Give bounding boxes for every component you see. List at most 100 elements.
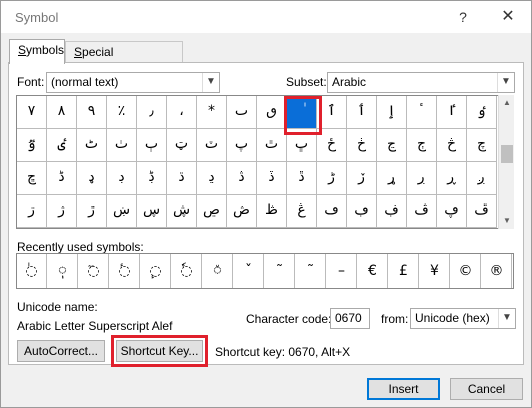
symbol-cell[interactable]: پ [227, 129, 257, 162]
unicode-name-label: Unicode name: [17, 300, 98, 314]
symbol-cell[interactable]: ڎ [227, 162, 257, 195]
symbol-cell[interactable]: ڃ [377, 129, 407, 162]
symbol-cell[interactable]: ڐ [287, 162, 317, 195]
autocorrect-button[interactable]: AutoCorrect... [17, 340, 105, 362]
symbol-cell[interactable]: * [197, 96, 227, 129]
subset-dropdown[interactable]: Arabic ▼ [327, 72, 515, 93]
font-label: Font: [17, 75, 45, 89]
symbol-cell[interactable]: ڊ [107, 162, 137, 195]
tab-symbols[interactable]: Symbols [9, 39, 65, 64]
symbol-cell[interactable]: ٶ [467, 96, 497, 129]
symbol-cell[interactable]: ٲ [347, 96, 377, 129]
recent-symbol-cell[interactable]: £ [389, 254, 419, 288]
symbol-grid-scrollbar[interactable]: ▲ ▼ [498, 95, 514, 229]
recent-symbol-cell[interactable]: ¥ [420, 254, 450, 288]
recent-symbol-cell[interactable]: ˜ [265, 254, 295, 288]
symbol-cell[interactable]: ڤ [407, 195, 437, 228]
symbol-cell[interactable]: ٻ [137, 129, 167, 162]
symbol-cell[interactable]: ڏ [257, 162, 287, 195]
symbol-cell[interactable]: چ [467, 129, 497, 162]
symbol-cell[interactable]: ڄ [407, 129, 437, 162]
symbol-cell[interactable]: ژ [47, 195, 77, 228]
symbol-cell[interactable]: ڞ [227, 195, 257, 228]
recent-symbol-cell[interactable]: © [451, 254, 481, 288]
recent-symbol-cell[interactable]: ◌ٓ [79, 254, 109, 288]
symbol-cell[interactable]: ڑ [317, 162, 347, 195]
from-dropdown[interactable]: Unicode (hex) ▼ [410, 308, 516, 329]
symbol-cell[interactable]: ٰ [287, 96, 317, 129]
symbol-cell[interactable]: ٮ [227, 96, 257, 129]
symbol-cell[interactable]: ږ [467, 162, 497, 195]
symbol-cell[interactable]: ٱ [317, 96, 347, 129]
recent-symbol-cell[interactable]: ◌ٔ [110, 254, 140, 288]
symbol-cell[interactable]: ڟ [257, 195, 287, 228]
recent-symbol-cell[interactable]: ◌٘ [203, 254, 233, 288]
character-code-input[interactable]: 0670 [330, 308, 370, 329]
recent-symbol-cell[interactable]: ◌ٰ [17, 254, 47, 288]
symbol-cell[interactable]: ٧ [17, 96, 47, 129]
recent-symbol-cell[interactable]: ˇ [234, 254, 264, 288]
insert-button[interactable]: Insert [367, 378, 440, 400]
scroll-down-icon[interactable]: ▼ [499, 213, 515, 229]
symbol-cell[interactable]: ڕ [437, 162, 467, 195]
symbol-cell[interactable]: ڈ [47, 162, 77, 195]
symbol-cell[interactable]: ڍ [197, 162, 227, 195]
symbol-cell[interactable]: ڜ [167, 195, 197, 228]
cancel-button[interactable]: Cancel [450, 378, 523, 400]
tab-special-characters[interactable]: Special Characters [65, 41, 183, 79]
symbol-cell[interactable]: ڀ [287, 129, 317, 162]
symbol-cell[interactable]: ٯ [257, 96, 287, 129]
symbol-cell[interactable]: ڣ [377, 195, 407, 228]
symbol-cell[interactable]: ڋ [137, 162, 167, 195]
shortcut-key-button[interactable]: Shortcut Key... [116, 340, 203, 362]
symbol-cell[interactable]: ڗ [17, 195, 47, 228]
symbol-cell[interactable]: ڝ [197, 195, 227, 228]
close-icon[interactable]: ✕ [497, 7, 519, 27]
font-dropdown[interactable]: (normal text) ▼ [46, 72, 220, 93]
symbol-cell[interactable]: ڢ [347, 195, 377, 228]
symbol-cell[interactable]: ڦ [467, 195, 497, 228]
symbol-cell[interactable]: ، [167, 96, 197, 129]
symbol-cell[interactable]: ډ [77, 162, 107, 195]
recent-symbol-cell[interactable]: ® [482, 254, 512, 288]
symbol-cell[interactable]: ٳ [377, 96, 407, 129]
recent-symbols-grid: ◌ٰ ◌ٖ ◌ٓ ◌ٔ ◌ٕ ◌ٗ ◌٘ ˇ ˜ ˜ – € £ ¥ © ® [16, 253, 514, 289]
symbol-cell[interactable]: ٪ [107, 96, 137, 129]
recent-symbol-cell[interactable]: € [358, 254, 388, 288]
symbol-cell[interactable]: ړ [377, 162, 407, 195]
symbol-cell[interactable]: څ [437, 129, 467, 162]
symbol-cell[interactable]: ٹ [77, 129, 107, 162]
symbol-cell[interactable]: ښ [107, 195, 137, 228]
scroll-thumb[interactable] [501, 145, 513, 163]
symbol-cell[interactable]: ڒ [347, 162, 377, 195]
symbol-cell[interactable]: ٿ [257, 129, 287, 162]
symbol-cell[interactable]: ڌ [167, 162, 197, 195]
symbol-cell[interactable]: ٫ [137, 96, 167, 129]
recent-symbol-cell[interactable]: ◌ٕ [141, 254, 171, 288]
symbol-cell[interactable]: ټ [167, 129, 197, 162]
help-icon[interactable]: ? [453, 7, 473, 27]
recent-symbol-cell[interactable]: – [327, 254, 357, 288]
symbol-grid: ٧٨٩٪٫،*ٮٯٰٱٲٳٴٵٶ ٷٸٹٺٻټٽپٿڀځڂڃڄڅچ ڇڈډڊڋڌڍڎ… [16, 95, 514, 229]
symbol-cell[interactable]: ٺ [107, 129, 137, 162]
symbol-cell[interactable]: ٩ [77, 96, 107, 129]
recent-symbol-cell[interactable]: ˜ [296, 254, 326, 288]
symbol-cell[interactable]: ڡ [317, 195, 347, 228]
symbol-cell[interactable]: ڙ [77, 195, 107, 228]
symbol-cell[interactable]: ڂ [347, 129, 377, 162]
symbol-cell[interactable]: ٴ [407, 96, 437, 129]
symbol-cell[interactable]: ځ [317, 129, 347, 162]
symbol-cell[interactable]: ڥ [437, 195, 467, 228]
scroll-up-icon[interactable]: ▲ [499, 95, 515, 111]
symbol-cell[interactable]: ڇ [17, 162, 47, 195]
symbol-cell[interactable]: ڠ [287, 195, 317, 228]
symbol-cell[interactable]: ٵ [437, 96, 467, 129]
recent-symbol-cell[interactable]: ◌ٖ [48, 254, 78, 288]
recent-symbol-cell[interactable]: ◌ٗ [172, 254, 202, 288]
symbol-cell[interactable]: ٨ [47, 96, 77, 129]
symbol-cell[interactable]: ٸ [47, 129, 77, 162]
symbol-cell[interactable]: ڛ [137, 195, 167, 228]
symbol-cell[interactable]: ٽ [197, 129, 227, 162]
symbol-cell[interactable]: ٷ [17, 129, 47, 162]
symbol-cell[interactable]: ڔ [407, 162, 437, 195]
